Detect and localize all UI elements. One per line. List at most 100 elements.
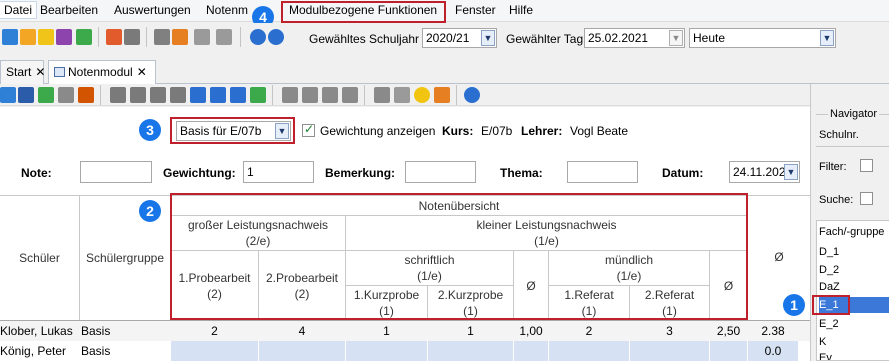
menu-hilfe[interactable]: Hilfe: [509, 3, 533, 17]
close-icon[interactable]: ✕: [35, 65, 45, 79]
first-record-icon[interactable]: [110, 87, 126, 103]
badge-2: 2: [139, 200, 161, 222]
datum-label: Datum:: [662, 166, 704, 180]
grid-tab-icon: [54, 67, 65, 77]
copy-icon[interactable]: [322, 87, 338, 103]
new-icon[interactable]: [0, 87, 16, 103]
schuljahr-label: Gewähltes Schuljahr: [309, 32, 420, 46]
filter-checkbox[interactable]: [860, 159, 873, 172]
tab-notenmodul[interactable]: Notenmodul ✕: [48, 60, 156, 85]
cell-kurzprobe2[interactable]: 1: [428, 321, 513, 341]
list-item[interactable]: D_1: [819, 244, 889, 260]
prev-icon[interactable]: [170, 87, 186, 103]
filter-label: Filter:: [819, 161, 847, 173]
menu-datei[interactable]: Datei: [0, 1, 38, 19]
schuljahr-select[interactable]: 2020/21 ▼: [422, 28, 497, 48]
cell-probearbeit1[interactable]: [171, 341, 258, 361]
courses-icon[interactable]: [76, 29, 92, 45]
paste-icon[interactable]: [342, 87, 358, 103]
suche-checkbox[interactable]: [860, 192, 873, 205]
cell-kurzprobe1[interactable]: 1: [346, 321, 427, 341]
lightning2-icon[interactable]: [216, 29, 232, 45]
cell-kurzprobe2[interactable]: [428, 341, 513, 361]
skip-back-icon[interactable]: [150, 87, 166, 103]
table-row[interactable]: Klober, Lukas Basis 2 4 1 1 1,00 2 3 2,5…: [0, 321, 810, 341]
refresh-icon[interactable]: [250, 87, 266, 103]
highlight-menu-box: [281, 1, 446, 23]
close-icon[interactable]: ✕: [137, 65, 147, 79]
broom-icon[interactable]: [434, 87, 450, 103]
gewichtung-input[interactable]: 1: [243, 161, 314, 183]
cell-kurzprobe1[interactable]: [346, 341, 427, 361]
arrow-left-icon[interactable]: [282, 87, 298, 103]
toolbar-separator: [364, 85, 365, 105]
print-icon[interactable]: [374, 87, 390, 103]
copy-icon[interactable]: [154, 29, 170, 45]
help-icon[interactable]: [268, 29, 284, 45]
datum-input[interactable]: 24.11.202 ▼: [729, 161, 800, 183]
chevron-down-icon[interactable]: ▼: [275, 123, 289, 139]
cell-schriftlich-avg: [514, 341, 548, 361]
chevron-down-icon[interactable]: ▼: [481, 30, 495, 46]
menu-auswertungen[interactable]: Auswertungen: [114, 3, 191, 17]
grid-icon[interactable]: [124, 29, 140, 45]
chevron-down-icon[interactable]: ▼: [820, 30, 834, 46]
schueler-text: Schüler: [19, 251, 60, 265]
calendar-icon[interactable]: ▼: [669, 30, 683, 46]
list-item[interactable]: E_2: [819, 316, 889, 332]
highlight-grid-header: [170, 193, 748, 320]
preview-icon[interactable]: [394, 87, 410, 103]
bemerkung-input[interactable]: [405, 161, 476, 183]
gewichtung-checkbox[interactable]: ✓: [302, 122, 315, 137]
menu-bearbeiten[interactable]: Bearbeiten: [40, 3, 98, 17]
tag-preset-select[interactable]: Heute ▼: [689, 28, 836, 48]
cell-probearbeit1[interactable]: 2: [171, 321, 258, 341]
delete-icon[interactable]: [58, 87, 74, 103]
rewind-icon[interactable]: [130, 87, 146, 103]
next-icon[interactable]: [190, 87, 206, 103]
tag-date-input[interactable]: 25.02.2021 ▼: [584, 28, 685, 48]
list-item[interactable]: Ev: [819, 350, 889, 360]
last-record-icon[interactable]: [230, 87, 246, 103]
cell-probearbeit2[interactable]: 4: [259, 321, 345, 341]
list-item[interactable]: DaZ: [819, 279, 889, 295]
list-item[interactable]: K: [819, 334, 889, 350]
lightbulb-icon[interactable]: [414, 87, 430, 103]
tools-icon[interactable]: [172, 29, 188, 45]
menu-fenster[interactable]: Fenster: [455, 3, 496, 17]
toolbar-separator: [98, 27, 99, 47]
help-icon[interactable]: [464, 87, 480, 103]
cell-referat1[interactable]: 2: [549, 321, 629, 341]
lightning-icon[interactable]: [194, 29, 210, 45]
chevron-down-icon[interactable]: ▼: [784, 164, 798, 180]
thema-input[interactable]: [567, 161, 638, 183]
col-header-schueler[interactable]: Schüler: [0, 196, 79, 320]
info-icon[interactable]: [250, 29, 266, 45]
teachers-icon[interactable]: [38, 29, 54, 45]
classes-icon[interactable]: [56, 29, 72, 45]
students-icon[interactable]: [20, 29, 36, 45]
cut-icon[interactable]: [302, 87, 318, 103]
tab-start-label: Start: [6, 65, 32, 79]
note-input[interactable]: [80, 161, 152, 183]
school-icon[interactable]: [2, 29, 18, 45]
cancel-icon[interactable]: [78, 87, 94, 103]
undo-icon[interactable]: [38, 87, 54, 103]
cell-referat2[interactable]: 3: [630, 321, 709, 341]
list-item[interactable]: D_2: [819, 262, 889, 278]
table-row[interactable]: König, Peter Basis 0.0: [0, 341, 810, 361]
cell-referat2[interactable]: [630, 341, 709, 361]
menu-notenmodul[interactable]: Notenm: [206, 3, 248, 17]
navigator-sort[interactable]: Schulnr.: [819, 129, 859, 141]
tab-start[interactable]: Start ✕: [0, 60, 45, 84]
skip-forward-icon[interactable]: [210, 87, 226, 103]
book-icon[interactable]: [106, 29, 122, 45]
cell-probearbeit2[interactable]: [259, 341, 345, 361]
cell-referat1[interactable]: [549, 341, 629, 361]
lehrer-value: Vogl Beate: [570, 124, 629, 138]
schuelergruppe-text: Schülergruppe: [85, 251, 165, 265]
cell-schueler: König, Peter: [0, 341, 79, 361]
gruppe-select[interactable]: Basis für E/07b ▼: [176, 121, 291, 141]
toolbar-separator: [456, 85, 457, 105]
save-icon[interactable]: [18, 87, 34, 103]
